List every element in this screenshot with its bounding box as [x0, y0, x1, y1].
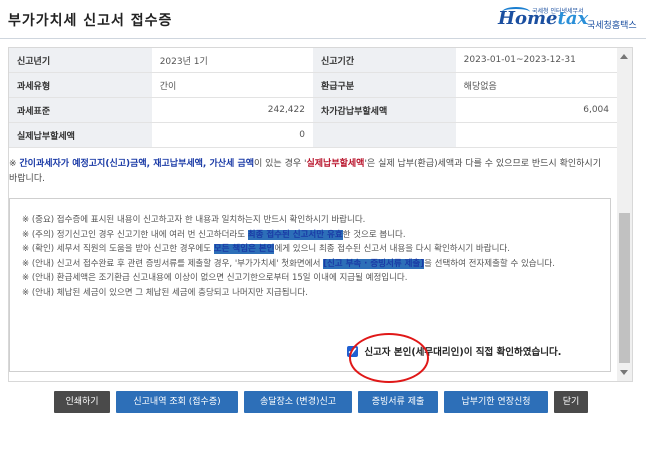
filing-history-button[interactable]: 신고내역 조회 (접수증) — [116, 391, 238, 413]
label-actual-tax: 실제납부할세액 — [9, 122, 152, 148]
label-tax-base: 과세표준 — [9, 97, 152, 123]
list-item: ※ (확인) 세무서 직원의 도움을 받아 신고한 경우에도 모든 책임은 본인… — [22, 244, 510, 254]
window-header: 부가가치세 신고서 접수증 국세청 인터넷세무서 Hometax 국세청홈택스 — [0, 0, 646, 40]
tax-notice: ※ 간이과세자가 예정고지(신고)금액, 재고납부세액, 가산세 금액이 있는 … — [9, 159, 601, 184]
scrollbar-thumb[interactable] — [619, 213, 630, 363]
list-item: ※ (주의) 정기신고인 경우 신고기한 내에 여러 번 신고하더라도 최종 접… — [22, 229, 406, 240]
table-row: 실제납부할세액 0 — [9, 122, 617, 148]
vertical-scrollbar[interactable] — [617, 48, 632, 381]
close-button[interactable]: 닫기 — [554, 391, 588, 413]
value-actual-tax: 0 — [151, 122, 313, 148]
action-buttons: 인쇄하기 신고내역 조회 (접수증) 송달장소 (변경)신고 증빙서류 제출 납… — [0, 391, 646, 415]
label-tax-type: 과세유형 — [9, 72, 152, 98]
submit-evidence-button[interactable]: 증빙서류 제출 — [358, 391, 438, 413]
logo-wordmark: Hometax — [498, 8, 589, 29]
guidance-messages: ※ (중요) 접수증에 표시된 내용이 신고하고자 한 내용과 일치하는지 반드… — [22, 213, 602, 300]
print-button[interactable]: 인쇄하기 — [54, 391, 110, 413]
list-item: ※ (중요) 접수증에 표시된 내용이 신고하고자 한 내용과 일치하는지 반드… — [22, 215, 366, 225]
hometax-logo: 국세청 인터넷세무서 Hometax 국세청홈택스 — [498, 6, 638, 36]
label-refund-type: 환급구분 — [312, 72, 456, 98]
value-tax-type: 간이 — [151, 72, 313, 98]
value-period: 2023년 1기 — [151, 48, 313, 73]
empty-cell — [312, 122, 456, 148]
table-row: 과세표준 242,422 차가감납부할세액 6,004 — [9, 97, 617, 123]
logo-nts-text: 국세청홈택스 — [587, 21, 637, 31]
empty-cell — [455, 122, 617, 148]
value-refund-type: 해당없음 — [455, 72, 617, 98]
filing-info-table: 신고년기 2023년 1기 신고기간 2023-01-01~2023-12-31… — [9, 48, 617, 148]
value-filing-term: 2023-01-01~2023-12-31 — [455, 48, 617, 73]
value-net-tax: 6,004 — [455, 97, 617, 123]
value-tax-base: 242,422 — [151, 97, 313, 123]
table-row: 과세유형 간이 환급구분 해당없음 — [9, 72, 617, 98]
label-net-tax: 차가감납부할세액 — [312, 97, 456, 123]
service-address-button[interactable]: 송달장소 (변경)신고 — [244, 391, 352, 413]
payment-extension-button[interactable]: 납부기한 연장신청 — [444, 391, 548, 413]
list-item: ※ (안내) 신고서 접수완료 후 관련 증빙서류를 제출할 경우, '부가가치… — [22, 258, 555, 269]
page-title: 부가가치세 신고서 접수증 — [8, 13, 173, 29]
scroll-up-icon[interactable] — [620, 54, 628, 59]
header-divider — [0, 38, 646, 39]
list-item: ※ (안내) 환급세액은 조기환급 신고내용에 이상이 없으면 신고기한으로부터… — [22, 273, 408, 283]
annotation-circle — [349, 333, 429, 383]
label-filing-term: 신고기간 — [312, 48, 456, 73]
receipt-scroll-area[interactable]: 신고년기 2023년 1기 신고기간 2023-01-01~2023-12-31… — [8, 47, 633, 382]
label-period: 신고년기 — [9, 48, 152, 73]
list-item: ※ (안내) 체납된 세금이 있으면 그 체납된 세금에 충당되고 나머지만 지… — [22, 287, 308, 298]
confirmation-box: ※ (중요) 접수증에 표시된 내용이 신고하고자 한 내용과 일치하는지 반드… — [9, 198, 611, 372]
scroll-down-icon[interactable] — [620, 370, 628, 375]
table-row: 신고년기 2023년 1기 신고기간 2023-01-01~2023-12-31 — [9, 48, 617, 73]
